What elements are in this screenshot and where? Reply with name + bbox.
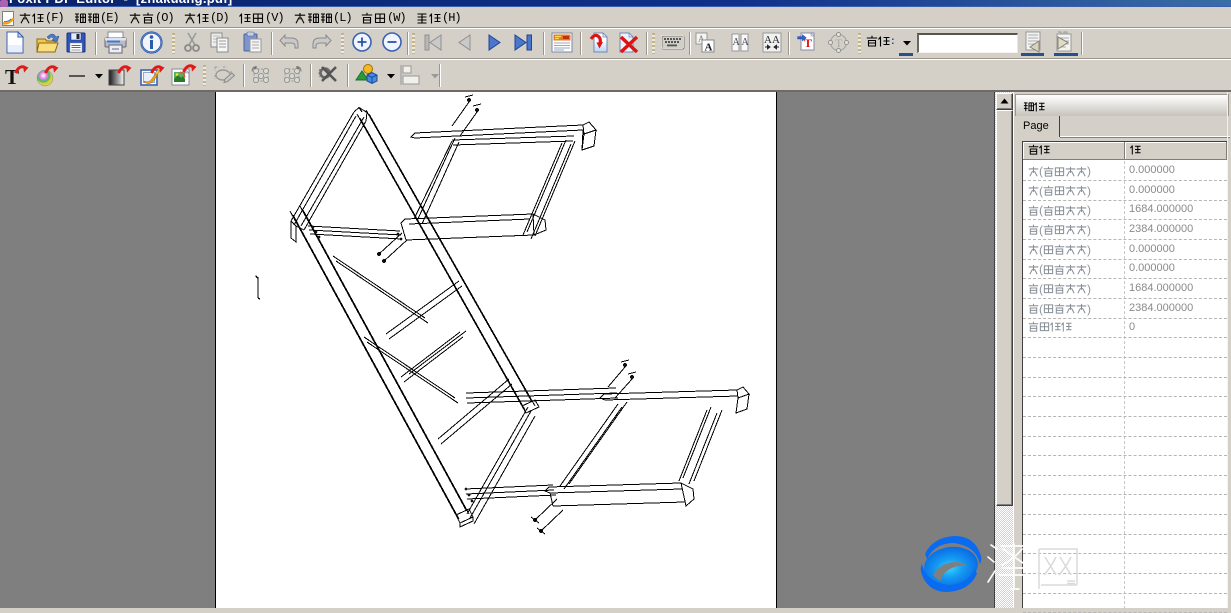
svg-text:A: A (705, 42, 713, 54)
svg-text:T: T (835, 36, 843, 50)
svg-text:A: A (733, 37, 741, 48)
svg-text:AA: AA (764, 34, 780, 46)
svg-text:A: A (742, 37, 750, 48)
